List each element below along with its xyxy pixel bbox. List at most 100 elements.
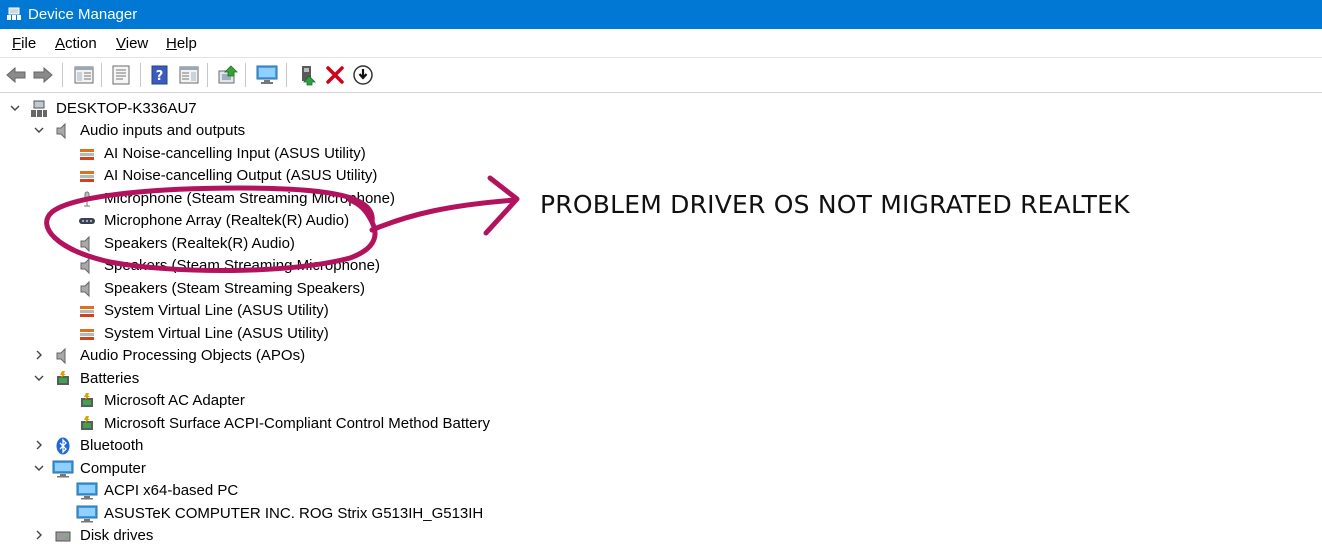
toolbar-separator <box>101 63 102 87</box>
chevron-down-icon[interactable] <box>8 101 22 115</box>
tree-item-ai-noise-input[interactable]: AI Noise-cancelling Input (ASUS Utility) <box>76 143 396 165</box>
menu-action-label: ction <box>65 35 97 52</box>
tree-item-label: Microphone (Steam Streaming Microphone) <box>104 190 395 207</box>
battery-icon <box>81 393 93 407</box>
disk-drive-icon <box>55 531 71 542</box>
tree-item-label: System Virtual Line (ASUS Utility) <box>104 302 329 319</box>
computer-icon <box>31 100 47 117</box>
window-title: Device Manager <box>28 6 138 23</box>
action-pane-icon[interactable] <box>177 63 201 87</box>
title-bar: Device Manager <box>0 0 1322 29</box>
tree-item-speakers-realtek[interactable]: Speakers (Realtek(R) Audio) <box>76 233 336 255</box>
tree-item-mic-steam[interactable]: Microphone (Steam Streaming Microphone) <box>76 188 406 210</box>
menu-view-accesskey: V <box>116 35 126 52</box>
menu-bar: File Action View Help <box>0 29 1322 57</box>
tree-item-ms-surface-battery[interactable]: Microsoft Surface ACPI-Compliant Control… <box>76 413 496 435</box>
tree-item-system-virtual-line-2[interactable]: System Virtual Line (ASUS Utility) <box>76 323 356 345</box>
toolbar-separator <box>286 63 287 87</box>
toolbar-separator <box>207 63 208 87</box>
menu-view-label: iew <box>125 35 149 52</box>
microphone-icon <box>84 191 90 207</box>
tree-node-audio-processing-objects[interactable]: Audio Processing Objects (APOs) <box>32 345 332 367</box>
menu-help-accesskey: H <box>166 35 177 52</box>
menu-help-label: elp <box>176 35 197 52</box>
audio-cable-icon <box>80 306 94 317</box>
toolbar-separator <box>62 63 63 87</box>
tree-item-label: Microsoft Surface ACPI-Compliant Control… <box>104 415 490 432</box>
tree-item-ai-noise-output[interactable]: AI Noise-cancelling Output (ASUS Utility… <box>76 165 396 187</box>
tree-label-bluetooth: Bluetooth <box>80 437 144 454</box>
annotation-label: PROBLEM DRIVER OS NOT MIGRATED REALTEK <box>540 190 1130 219</box>
menu-action-accesskey: A <box>55 35 66 52</box>
monitor-icon <box>76 482 98 500</box>
menu-view[interactable]: View <box>116 35 148 52</box>
speaker-icon <box>56 347 66 365</box>
tree-label-audio-inputs-outputs: Audio inputs and outputs <box>80 122 246 139</box>
tree-label-disk-drives: Disk drives <box>80 527 154 544</box>
tree-item-speakers-steam-mic[interactable]: Speakers (Steam Streaming Microphone) <box>76 255 396 277</box>
toolbar-separator <box>245 63 246 87</box>
tree-item-speakers-steam-speakers[interactable]: Speakers (Steam Streaming Speakers) <box>76 278 376 300</box>
chevron-right-icon[interactable] <box>32 348 46 362</box>
tree-node-computer[interactable]: Computer <box>32 458 232 480</box>
battery-icon <box>81 416 93 430</box>
tree-item-label: AI Noise-cancelling Output (ASUS Utility… <box>104 167 378 184</box>
bluetooth-icon <box>56 437 70 455</box>
properties-icon[interactable] <box>109 63 133 87</box>
monitor-icon <box>76 505 98 523</box>
tree-item-label: Speakers (Realtek(R) Audio) <box>104 235 295 252</box>
tree-node-disk-drives[interactable]: Disk drives <box>32 525 232 547</box>
tree-item-asustek-rog[interactable]: ASUSTeK COMPUTER INC. ROG Strix G513IH_G… <box>76 503 483 525</box>
scan-hardware-icon[interactable] <box>255 63 279 87</box>
device-manager-icon <box>7 7 21 20</box>
tree-node-audio-inputs-outputs[interactable]: Audio inputs and outputs <box>32 120 432 142</box>
toolbar-separator <box>140 63 141 87</box>
speaker-icon <box>80 235 90 253</box>
tree-item-label: System Virtual Line (ASUS Utility) <box>104 325 329 342</box>
tree-item-label: Speakers (Steam Streaming Speakers) <box>104 280 365 297</box>
menu-file[interactable]: File <box>12 35 36 52</box>
tree-item-ms-ac-adapter[interactable]: Microsoft AC Adapter <box>76 390 276 412</box>
chevron-right-icon[interactable] <box>32 528 46 542</box>
tree-item-label: AI Noise-cancelling Input (ASUS Utility) <box>104 145 366 162</box>
tree-node-root[interactable]: DESKTOP-K336AU7 <box>8 98 408 120</box>
update-driver-software-icon[interactable] <box>216 63 240 87</box>
chevron-down-icon[interactable] <box>32 123 46 137</box>
menu-action[interactable]: Action <box>55 35 97 52</box>
audio-cable-icon <box>80 149 94 160</box>
svg-text:?: ? <box>156 69 164 84</box>
speaker-icon <box>80 280 90 298</box>
tree-item-system-virtual-line-1[interactable]: System Virtual Line (ASUS Utility) <box>76 300 356 322</box>
tree-item-label: Microphone Array (Realtek(R) Audio) <box>104 212 350 229</box>
menu-help[interactable]: Help <box>166 35 197 52</box>
disable-device-icon[interactable] <box>351 63 375 87</box>
chevron-right-icon[interactable] <box>32 438 46 452</box>
help-icon[interactable]: ? <box>148 63 172 87</box>
battery-icon <box>57 371 69 385</box>
audio-cable-icon <box>80 171 94 182</box>
chevron-down-icon[interactable] <box>32 371 46 385</box>
tree-item-label: ACPI x64-based PC <box>104 482 239 499</box>
tree-label-apo: Audio Processing Objects (APOs) <box>80 347 306 364</box>
device-tree: DESKTOP-K336AU7 Audio inputs and outputs… <box>0 92 1322 544</box>
tree-item-label: Microsoft AC Adapter <box>104 392 245 409</box>
speaker-icon <box>56 122 66 140</box>
forward-arrow-icon[interactable] <box>31 63 55 87</box>
tree-label-batteries: Batteries <box>80 370 140 387</box>
chevron-down-icon[interactable] <box>32 461 46 475</box>
enable-device-icon[interactable] <box>296 63 320 87</box>
tree-label-computer: Computer <box>80 460 146 477</box>
tree-node-batteries[interactable]: Batteries <box>32 368 232 390</box>
uninstall-device-icon[interactable] <box>323 63 347 87</box>
show-hide-console-tree-icon[interactable] <box>72 63 96 87</box>
audio-cable-icon <box>80 329 94 340</box>
tree-node-bluetooth[interactable]: Bluetooth <box>32 435 232 457</box>
tree-item-mic-array-realtek[interactable]: Microphone Array (Realtek(R) Audio) <box>76 210 376 232</box>
tree-label-root: DESKTOP-K336AU7 <box>56 100 197 117</box>
menu-file-label: ile <box>21 35 37 52</box>
microphone-array-icon <box>79 218 95 224</box>
back-arrow-icon[interactable] <box>4 63 28 87</box>
monitor-icon <box>52 460 74 478</box>
toolbar: ? <box>0 57 1322 93</box>
tree-item-acpi-x64[interactable]: ACPI x64-based PC <box>76 480 276 502</box>
